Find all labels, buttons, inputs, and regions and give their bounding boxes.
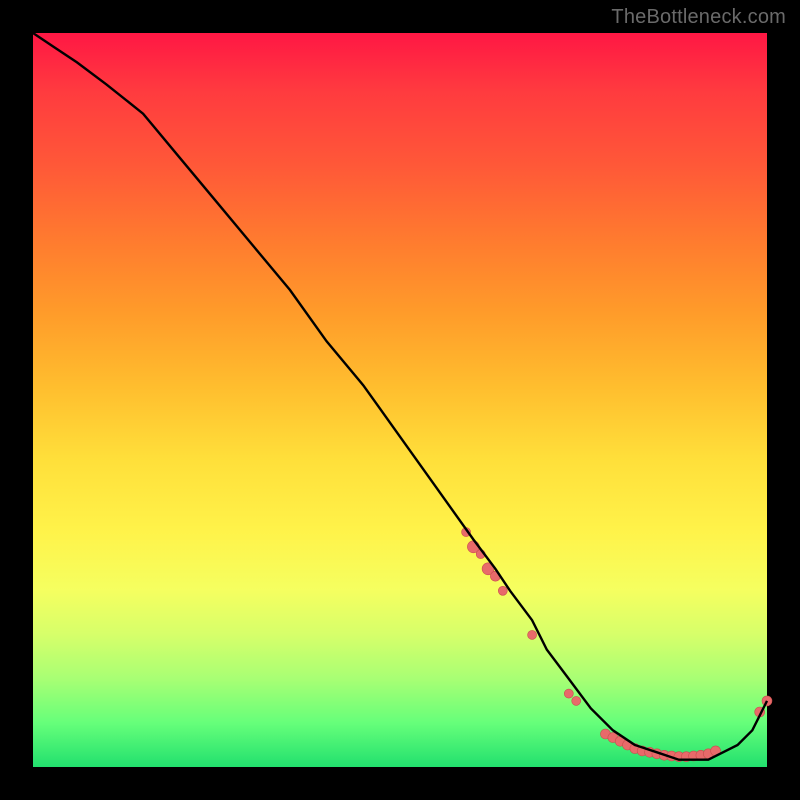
chart-marker <box>564 689 573 698</box>
plot-area <box>33 33 767 767</box>
attribution-text: TheBottleneck.com <box>611 6 786 29</box>
chart-markers <box>462 528 772 762</box>
chart-svg <box>33 33 767 767</box>
chart-marker <box>528 630 537 639</box>
chart-line <box>33 33 767 760</box>
chart-marker <box>498 586 507 595</box>
chart-marker <box>572 696 581 705</box>
chart-container: TheBottleneck.com <box>0 0 800 800</box>
